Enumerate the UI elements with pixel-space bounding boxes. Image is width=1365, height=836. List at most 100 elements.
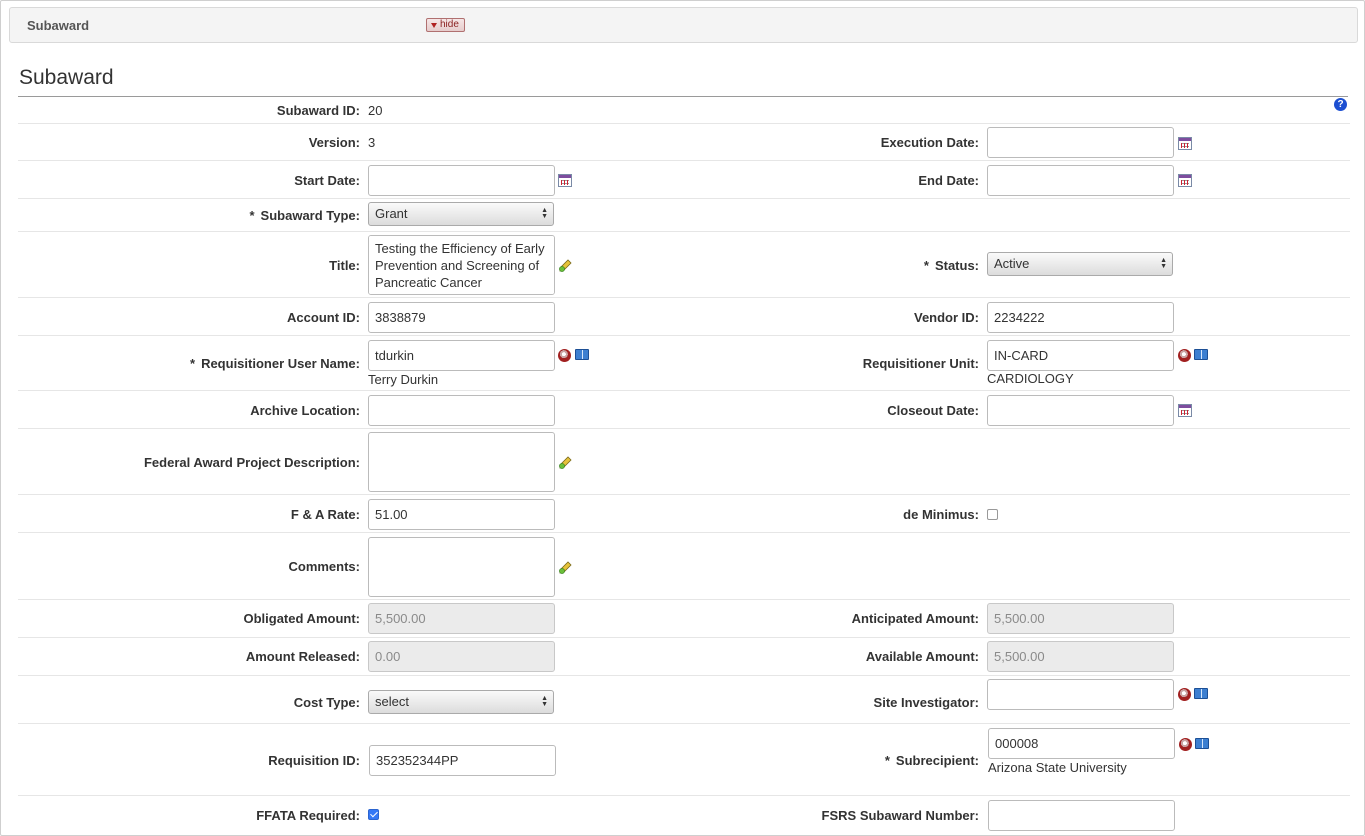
execution-date-label: Execution Date: bbox=[880, 135, 979, 150]
cost-type-label: Cost Type: bbox=[293, 695, 360, 710]
comments-textarea[interactable] bbox=[368, 537, 555, 597]
row-divider bbox=[18, 599, 1350, 600]
subaward-type-label-text: Subaward Type: bbox=[260, 208, 360, 223]
status-label: * Status: bbox=[924, 258, 979, 273]
calendar-icon[interactable] bbox=[1178, 404, 1192, 417]
start-date-label: Start Date: bbox=[294, 173, 360, 188]
requisition-id-label: Requisition ID: bbox=[268, 753, 360, 768]
requisitioner-full-name: Terry Durkin bbox=[368, 372, 439, 387]
end-date-label: End Date: bbox=[918, 173, 979, 188]
site-investigator-label: Site Investigator: bbox=[873, 695, 979, 710]
select-arrows-icon: ▲ ▼ bbox=[1160, 257, 1167, 270]
subaward-type-select[interactable]: Grant ▲ ▼ bbox=[368, 202, 554, 226]
required-marker: * bbox=[923, 258, 929, 273]
execution-date-input[interactable] bbox=[987, 127, 1174, 158]
row-divider bbox=[18, 335, 1350, 336]
subrecipient-label-text: Subrecipient: bbox=[895, 753, 979, 768]
subaward-type-selected: Grant bbox=[375, 206, 408, 221]
closeout-date-label: Closeout Date: bbox=[887, 403, 979, 418]
subrecipient-name: Arizona State University bbox=[988, 760, 1127, 775]
lookup-search-icon[interactable] bbox=[1178, 688, 1191, 701]
lookup-search-icon[interactable] bbox=[1178, 349, 1191, 362]
ffata-required-checkbox[interactable] bbox=[368, 809, 379, 820]
calendar-icon[interactable] bbox=[1178, 137, 1192, 150]
anticipated-amount-label: Anticipated Amount: bbox=[851, 611, 979, 626]
row-divider bbox=[18, 390, 1350, 391]
caret-down-icon bbox=[431, 22, 437, 28]
version-value: 3 bbox=[368, 135, 376, 150]
calendar-icon[interactable] bbox=[1178, 174, 1192, 187]
row-divider bbox=[18, 428, 1350, 429]
pencil-edit-icon[interactable] bbox=[558, 455, 573, 470]
hide-button-label: hide bbox=[440, 19, 459, 30]
row-divider bbox=[18, 795, 1350, 796]
closeout-date-input[interactable] bbox=[987, 395, 1174, 426]
account-id-input[interactable] bbox=[368, 302, 555, 333]
hide-button[interactable]: hide bbox=[426, 18, 465, 32]
amount-released-input bbox=[368, 641, 555, 672]
available-amount-input bbox=[987, 641, 1174, 672]
calendar-icon[interactable] bbox=[558, 174, 572, 187]
archive-location-input[interactable] bbox=[368, 395, 555, 426]
row-divider bbox=[18, 297, 1350, 298]
lookup-search-icon[interactable] bbox=[558, 349, 571, 362]
requisitioner-user-name-label-text: Requisitioner User Name: bbox=[201, 356, 360, 371]
lookup-search-icon[interactable] bbox=[1179, 738, 1192, 751]
status-selected: Active bbox=[994, 256, 1030, 271]
obligated-amount-label: Obligated Amount: bbox=[243, 611, 360, 626]
required-marker: * bbox=[884, 753, 890, 768]
site-investigator-input[interactable] bbox=[987, 679, 1174, 710]
subrecipient-input[interactable] bbox=[988, 728, 1175, 759]
end-date-input[interactable] bbox=[987, 165, 1174, 196]
subaward-type-label: * Subaward Type: bbox=[249, 208, 360, 223]
row-divider bbox=[18, 637, 1350, 638]
federal-award-project-description-textarea[interactable] bbox=[368, 432, 555, 492]
required-marker: * bbox=[190, 356, 196, 371]
start-date-input[interactable] bbox=[368, 165, 555, 196]
title-label: Title: bbox=[329, 258, 360, 273]
subrecipient-label: * Subrecipient: bbox=[885, 753, 979, 768]
fa-rate-label: F & A Rate: bbox=[290, 507, 360, 522]
de-minimus-checkbox[interactable] bbox=[987, 509, 998, 520]
fa-rate-input[interactable] bbox=[368, 499, 555, 530]
comments-label: Comments: bbox=[288, 559, 360, 574]
row-divider bbox=[18, 494, 1350, 495]
archive-location-label: Archive Location: bbox=[250, 403, 360, 418]
title-textarea[interactable]: Testing the Efficiency of Early Preventi… bbox=[368, 235, 555, 295]
pencil-edit-icon[interactable] bbox=[558, 560, 573, 575]
directory-book-icon[interactable] bbox=[1195, 738, 1209, 749]
required-marker: * bbox=[249, 208, 255, 223]
panel-header: Subaward hide bbox=[9, 7, 1358, 43]
fsrs-subaward-number-label: FSRS Subaward Number: bbox=[821, 808, 979, 823]
row-divider bbox=[18, 675, 1350, 676]
requisitioner-unit-label: Requisitioner Unit: bbox=[862, 356, 979, 371]
select-arrows-icon: ▲ ▼ bbox=[541, 207, 548, 220]
vendor-id-label: Vendor ID: bbox=[913, 310, 979, 325]
federal-award-project-description-label: Federal Award Project Description: bbox=[143, 455, 360, 470]
requisition-id-input[interactable] bbox=[369, 745, 556, 776]
ffata-required-label: FFATA Required: bbox=[256, 808, 360, 823]
status-select[interactable]: Active ▲ ▼ bbox=[987, 252, 1173, 276]
row-divider bbox=[18, 532, 1350, 533]
anticipated-amount-input bbox=[987, 603, 1174, 634]
requisitioner-user-name-input[interactable] bbox=[368, 340, 555, 371]
row-divider bbox=[18, 123, 1350, 124]
vendor-id-input[interactable] bbox=[987, 302, 1174, 333]
requisitioner-unit-input[interactable] bbox=[987, 340, 1174, 371]
cost-type-select[interactable]: select ▲ ▼ bbox=[368, 690, 554, 714]
select-arrows-icon: ▲ ▼ bbox=[541, 695, 548, 708]
directory-book-icon[interactable] bbox=[1194, 688, 1208, 699]
status-label-text: Status: bbox=[934, 258, 979, 273]
help-icon[interactable]: ? bbox=[1334, 98, 1347, 111]
cost-type-selected: select bbox=[375, 694, 409, 709]
pencil-edit-icon[interactable] bbox=[558, 258, 573, 273]
section-title: Subaward bbox=[19, 66, 114, 89]
row-divider bbox=[18, 723, 1350, 724]
available-amount-label: Available Amount: bbox=[865, 649, 979, 664]
version-label: Version: bbox=[308, 135, 360, 150]
directory-book-icon[interactable] bbox=[1194, 349, 1208, 360]
requisitioner-unit-name: CARDIOLOGY bbox=[987, 371, 1074, 386]
directory-book-icon[interactable] bbox=[575, 349, 589, 360]
row-divider bbox=[18, 231, 1350, 232]
fsrs-subaward-number-input[interactable] bbox=[988, 800, 1175, 831]
